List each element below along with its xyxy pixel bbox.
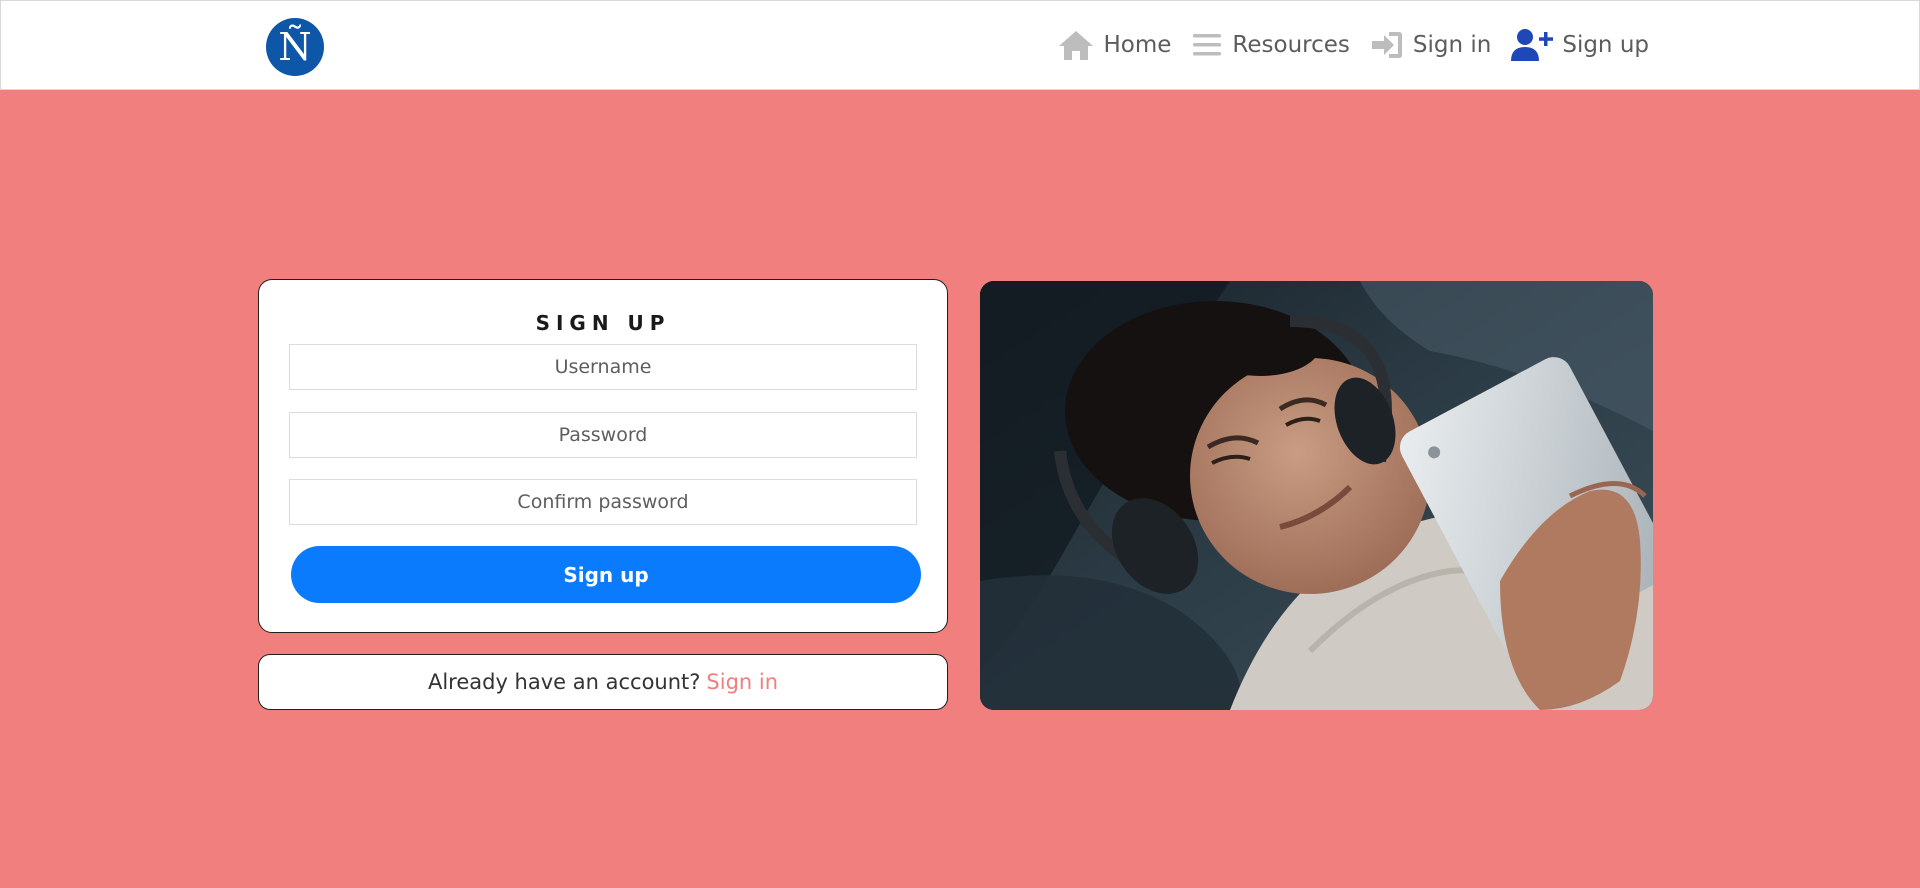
nav-item-home[interactable]: Home <box>1057 29 1172 61</box>
password-input[interactable] <box>289 412 917 458</box>
nav-item-resources[interactable]: Resources <box>1191 31 1350 59</box>
nav-item-sign-up[interactable]: Sign up <box>1511 28 1649 62</box>
menu-icon <box>1193 34 1222 56</box>
sign-in-icon <box>1371 32 1402 58</box>
hero-photo-illustration <box>980 281 1653 710</box>
nav-item-sign-in[interactable]: Sign in <box>1370 30 1491 60</box>
nav-links: Home Resources Sign in Sign up <box>1037 1 1649 89</box>
nav-item-sign-in-label: Sign in <box>1412 32 1492 58</box>
top-navbar: Ñ Home Resources Sign in Sign up <box>0 0 1920 90</box>
sign-in-prompt-card: Already have an account? Sign in <box>258 654 948 710</box>
nav-item-sign-up-label: Sign up <box>1562 32 1649 58</box>
nav-item-home-label: Home <box>1103 32 1172 58</box>
sign-up-button[interactable]: Sign up <box>291 546 921 603</box>
signup-card: SIGN UP Sign up <box>258 279 948 633</box>
confirm-password-input[interactable] <box>289 479 917 525</box>
nav-item-resources-label: Resources <box>1232 32 1350 58</box>
sign-in-link[interactable]: Sign in <box>706 670 778 694</box>
sign-in-prompt-text: Already have an account? <box>427 670 701 694</box>
home-icon <box>1058 31 1093 60</box>
brand-logo[interactable]: Ñ <box>266 18 324 76</box>
user-plus-icon <box>1511 29 1554 61</box>
hero-photo <box>980 281 1653 710</box>
username-input[interactable] <box>289 344 917 390</box>
signup-title: SIGN UP <box>535 311 671 335</box>
